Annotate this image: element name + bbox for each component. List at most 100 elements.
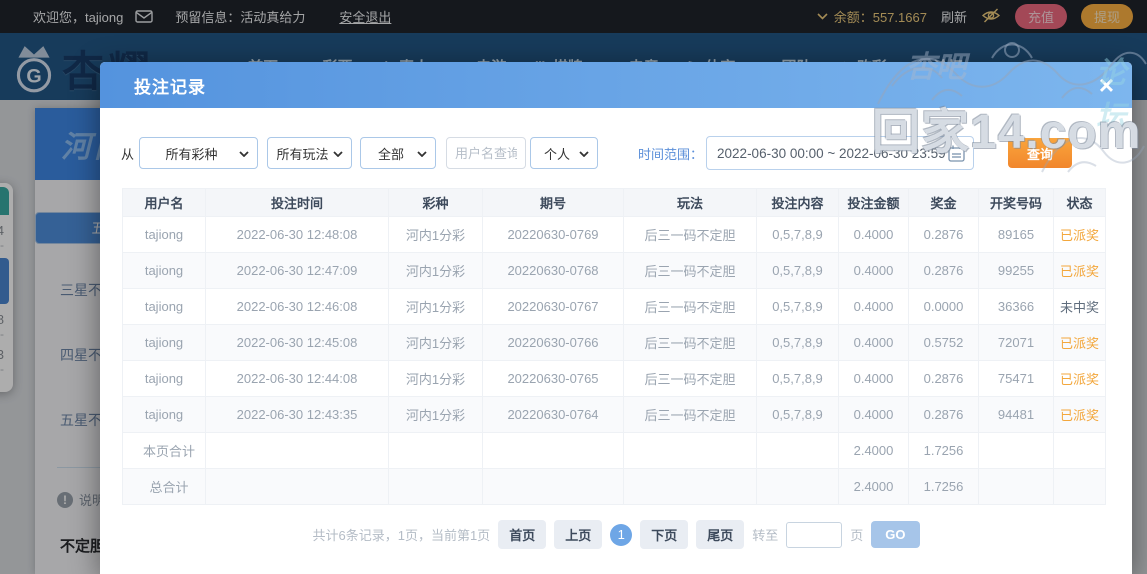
cell-content: 0,5,7,8,9 bbox=[756, 360, 839, 397]
cell-time: 2022-06-30 12:47:09 bbox=[205, 252, 389, 289]
cell-play: 后三一码不定胆 bbox=[623, 396, 757, 433]
cell-issue: 20220630-0764 bbox=[482, 396, 624, 433]
play-type-value: 所有玩法 bbox=[276, 146, 329, 162]
col-header: 彩种 bbox=[388, 188, 483, 217]
next-page-button[interactable]: 下页 bbox=[640, 520, 689, 549]
col-header: 状态 bbox=[1053, 188, 1106, 217]
scope-select[interactable]: 个人 bbox=[530, 137, 599, 169]
modal-title: 投注记录 bbox=[134, 77, 206, 97]
col-header: 玩法 bbox=[623, 188, 757, 217]
page-unit-label: 页 bbox=[850, 528, 864, 543]
modal-header: 投注记录 × bbox=[100, 62, 1132, 108]
cell-status: 已派奖 bbox=[1053, 252, 1106, 289]
cell-amount: 0.4000 bbox=[838, 324, 909, 361]
empty-cell bbox=[623, 468, 757, 505]
cell-play: 后三一码不定胆 bbox=[623, 360, 757, 397]
cell-issue: 20220630-0767 bbox=[482, 288, 624, 325]
filter-bar: 从 所有彩种 所有玩法 全部 个人 时间范围： 2022-06-30 00:00… bbox=[121, 136, 1132, 170]
date-range-input[interactable]: 2022-06-30 00:00 ~ 2022-06-30 23:59 bbox=[706, 136, 975, 170]
cell-status: 已派奖 bbox=[1053, 216, 1106, 253]
cell-numbers: 36366 bbox=[978, 288, 1054, 325]
cell-lottery: 河内1分彩 bbox=[388, 324, 483, 361]
empty-cell bbox=[205, 432, 389, 469]
table-row: tajiong 2022-06-30 12:48:08 河内1分彩 20220630-… bbox=[122, 216, 1106, 253]
cell-content: 0,5,7,8,9 bbox=[756, 252, 839, 289]
empty-cell bbox=[205, 468, 389, 505]
cell-issue: 20220630-0768 bbox=[482, 252, 624, 289]
chevron-down-icon bbox=[579, 151, 589, 157]
cell-user: tajiong bbox=[122, 360, 206, 397]
search-button[interactable]: 查询 bbox=[1008, 138, 1073, 168]
summary-label: 总合计 bbox=[122, 468, 206, 505]
cell-content: 0,5,7,8,9 bbox=[756, 396, 839, 433]
cell-numbers: 94481 bbox=[978, 396, 1054, 433]
table-row: tajiong 2022-06-30 12:44:08 河内1分彩 20220630-… bbox=[122, 360, 1106, 397]
summary-prize: 1.7256 bbox=[908, 432, 979, 469]
bet-records-modal: 投注记录 × 从 所有彩种 所有玩法 全部 个人 时间范围： bbox=[100, 62, 1132, 574]
current-page-badge[interactable]: 1 bbox=[610, 523, 633, 546]
col-header: 投注内容 bbox=[756, 188, 839, 217]
cell-time: 2022-06-30 12:48:08 bbox=[205, 216, 389, 253]
pagination-summary: 共计6条记录，1页，当前第1页 bbox=[312, 528, 491, 543]
pagination: 共计6条记录，1页，当前第1页 首页 上页 1 下页 尾页 转至 页 GO bbox=[100, 520, 1132, 549]
summary-label: 本页合计 bbox=[122, 432, 206, 469]
cell-play: 后三一码不定胆 bbox=[623, 324, 757, 361]
goto-page-input[interactable] bbox=[786, 521, 843, 548]
bet-table: 用户名 投注时间 彩种 期号 玩法 投注内容 投注金额 奖金 开奖号码 状态 tajiong 202… bbox=[122, 188, 1106, 505]
summary-row: 总合计 2.4000 1.7256 bbox=[122, 468, 1106, 505]
cell-user: tajiong bbox=[122, 216, 206, 253]
cell-prize: 0.0000 bbox=[908, 288, 979, 325]
cell-status: 未中奖 bbox=[1053, 288, 1106, 325]
empty-cell bbox=[978, 468, 1054, 505]
cell-issue: 20220630-0769 bbox=[482, 216, 624, 253]
cell-prize: 0.2876 bbox=[908, 360, 979, 397]
play-type-select[interactable]: 所有玩法 bbox=[267, 137, 353, 169]
cell-lottery: 河内1分彩 bbox=[388, 216, 483, 253]
go-button[interactable]: GO bbox=[871, 521, 920, 548]
cell-time: 2022-06-30 12:45:08 bbox=[205, 324, 389, 361]
cell-content: 0,5,7,8,9 bbox=[756, 216, 839, 253]
cell-lottery: 河内1分彩 bbox=[388, 288, 483, 325]
empty-cell bbox=[756, 468, 839, 505]
cell-content: 0,5,7,8,9 bbox=[756, 324, 839, 361]
cell-user: tajiong bbox=[122, 288, 206, 325]
empty-cell bbox=[482, 432, 624, 469]
cell-issue: 20220630-0765 bbox=[482, 360, 624, 397]
cell-numbers: 89165 bbox=[978, 216, 1054, 253]
cell-time: 2022-06-30 12:44:08 bbox=[205, 360, 389, 397]
chevron-down-icon bbox=[417, 151, 427, 157]
cell-prize: 0.2876 bbox=[908, 216, 979, 253]
cell-status: 已派奖 bbox=[1053, 396, 1106, 433]
username-input[interactable] bbox=[446, 137, 527, 169]
lottery-type-select[interactable]: 所有彩种 bbox=[139, 137, 259, 169]
prev-page-button[interactable]: 上页 bbox=[554, 520, 603, 549]
from-label: 从 bbox=[121, 146, 135, 162]
chevron-down-icon bbox=[239, 151, 249, 157]
cell-prize: 0.2876 bbox=[908, 396, 979, 433]
cell-numbers: 99255 bbox=[978, 252, 1054, 289]
col-header: 开奖号码 bbox=[978, 188, 1054, 217]
cell-play: 后三一码不定胆 bbox=[623, 288, 757, 325]
cell-amount: 0.4000 bbox=[838, 288, 909, 325]
close-icon[interactable]: × bbox=[1099, 72, 1114, 98]
last-page-button[interactable]: 尾页 bbox=[696, 520, 745, 549]
col-header: 用户名 bbox=[122, 188, 206, 217]
first-page-button[interactable]: 首页 bbox=[498, 520, 547, 549]
status-select[interactable]: 全部 bbox=[360, 137, 437, 169]
cell-status: 已派奖 bbox=[1053, 324, 1106, 361]
col-header: 投注时间 bbox=[205, 188, 389, 217]
time-range-label: 时间范围： bbox=[638, 146, 704, 162]
goto-label: 转至 bbox=[752, 528, 779, 543]
cell-status: 已派奖 bbox=[1053, 360, 1106, 397]
cell-numbers: 72071 bbox=[978, 324, 1054, 361]
empty-cell bbox=[388, 468, 483, 505]
bet-table-body: tajiong 2022-06-30 12:48:08 河内1分彩 20220630-… bbox=[122, 216, 1106, 505]
chevron-down-icon bbox=[333, 151, 343, 157]
cell-user: tajiong bbox=[122, 324, 206, 361]
cell-content: 0,5,7,8,9 bbox=[756, 288, 839, 325]
empty-cell bbox=[978, 432, 1054, 469]
lottery-type-value: 所有彩种 bbox=[165, 146, 218, 162]
col-header: 期号 bbox=[482, 188, 624, 217]
empty-cell bbox=[482, 468, 624, 505]
cell-amount: 0.4000 bbox=[838, 216, 909, 253]
